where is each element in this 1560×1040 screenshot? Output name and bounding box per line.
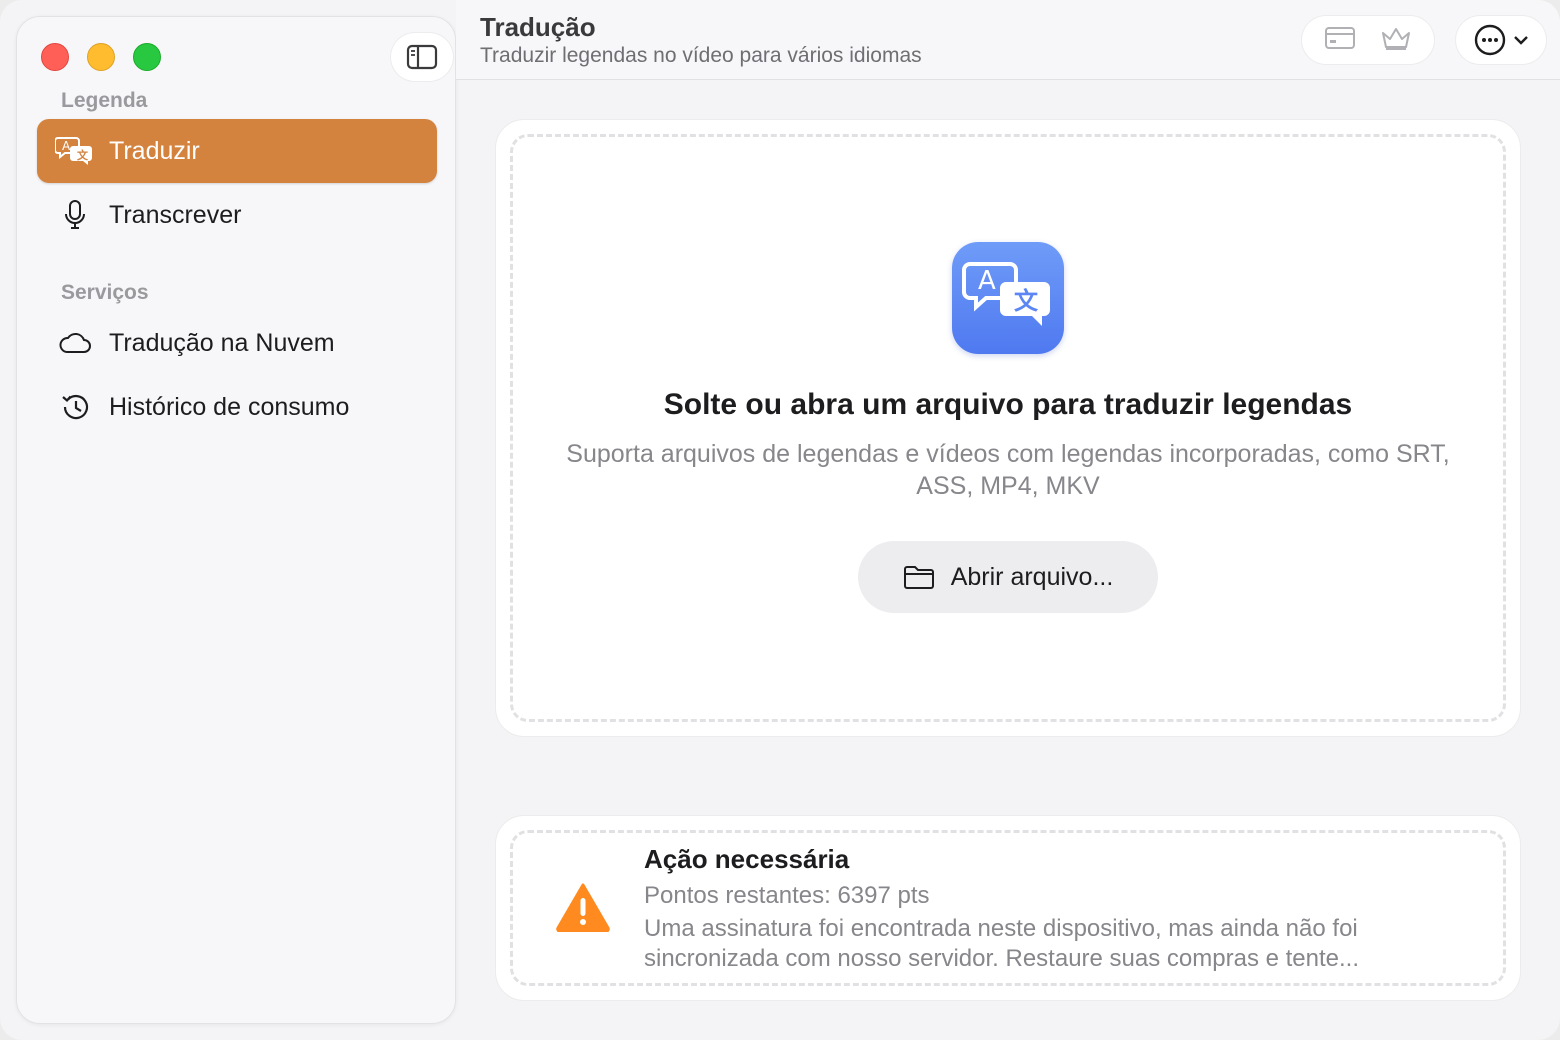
page-subtitle: Traduzir legendas no vídeo para vários i… [480, 44, 922, 67]
svg-text:A: A [62, 139, 71, 153]
warning-icon [556, 883, 610, 932]
microphone-icon [55, 195, 95, 235]
translate-app-icon: A 文 [952, 242, 1064, 354]
chevron-down-icon [1514, 36, 1528, 45]
drop-zone-border [510, 134, 1506, 722]
premium-button[interactable] [1379, 25, 1413, 56]
card-button[interactable] [1324, 26, 1356, 55]
open-file-button[interactable]: Abrir arquivo... [858, 541, 1158, 613]
alert-message: Uma assinatura foi encontrada neste disp… [644, 915, 1360, 972]
page-title: Tradução [480, 12, 596, 42]
open-file-label: Abrir arquivo... [950, 562, 1114, 591]
sidebar-item-label: Traduzir [109, 136, 200, 165]
sidebar-toggle-button[interactable] [391, 33, 453, 81]
section-label-servicos: Serviços [61, 281, 149, 304]
drop-zone-title: Solte ou abra um arquivo para traduzir l… [663, 388, 1353, 421]
sidebar-item-traduzir[interactable]: A 文 Traduzir [37, 119, 437, 183]
zoom-window-button[interactable] [133, 43, 161, 71]
sidebar: Legenda A 文 Traduzir Transcrever Serviço… [16, 16, 456, 1024]
sidebar-item-label: Tradução na Nuvem [109, 328, 335, 357]
cloud-icon [55, 323, 95, 363]
more-options-button[interactable] [1456, 16, 1546, 64]
sidebar-item-transcrever[interactable]: Transcrever [37, 183, 437, 247]
translate-icon: A 文 [55, 131, 95, 171]
section-label-legenda: Legenda [61, 89, 148, 112]
history-icon [55, 387, 95, 427]
sidebar-item-label: Transcrever [109, 200, 242, 229]
drop-zone-description: Suporta arquivos de legendas e vídeos co… [566, 440, 1450, 500]
folder-icon [903, 566, 934, 589]
sidebar-icon [406, 44, 438, 70]
svg-text:A: A [978, 266, 996, 296]
ellipsis-circle-icon [1474, 24, 1506, 56]
alert-title: Ação necessária [644, 844, 850, 874]
header: Tradução Traduzir legendas no vídeo para… [456, 0, 1560, 80]
app-window: Legenda A 文 Traduzir Transcrever Serviço… [0, 0, 1560, 1040]
crown-icon [1381, 27, 1410, 50]
drop-zone[interactable]: A 文 Solte ou abra um arquivo para traduz… [496, 120, 1520, 736]
svg-text:文: 文 [1014, 287, 1039, 315]
svg-text:文: 文 [77, 148, 89, 162]
sidebar-item-traducao-nuvem[interactable]: Tradução na Nuvem [37, 311, 437, 375]
sidebar-item-label: Histórico de consumo [109, 392, 350, 421]
toolbar-group [1302, 16, 1434, 64]
action-required-card: Ação necessária Pontos restantes: 6397 p… [496, 816, 1520, 1000]
minimize-window-button[interactable] [87, 43, 115, 71]
sidebar-item-historico[interactable]: Histórico de consumo [37, 375, 437, 439]
close-window-button[interactable] [41, 43, 69, 71]
remaining-points: Pontos restantes: 6397 pts [644, 882, 930, 909]
credit-card-icon [1324, 26, 1355, 49]
